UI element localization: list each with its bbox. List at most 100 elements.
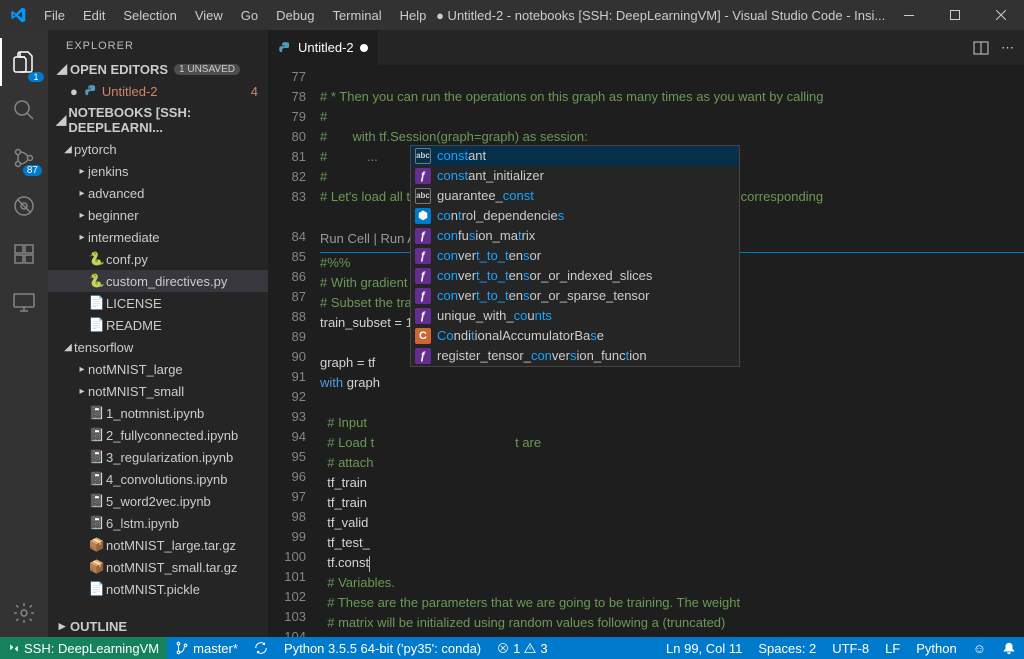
editor-area: Untitled-2 ⋯ 77787980818283 848586878889… — [268, 30, 1024, 637]
python-interpreter[interactable]: Python 3.5.5 64-bit ('py35': conda) — [276, 641, 489, 656]
outline-section[interactable]: ▸OUTLINE — [48, 615, 268, 637]
menu-go[interactable]: Go — [232, 8, 267, 23]
open-editor-label: Untitled-2 — [102, 84, 251, 99]
tree-label: notMNIST_large — [88, 362, 262, 377]
file-notebook[interactable]: 📓1_notmnist.ipynb — [48, 402, 268, 424]
folder-beginner[interactable]: ▸beginner — [48, 204, 268, 226]
sync-button[interactable] — [246, 641, 276, 655]
notebook-icon: 📓 — [88, 405, 106, 421]
file-notebook[interactable]: 📓3_regularization.ipynb — [48, 446, 268, 468]
file-notebook[interactable]: 📓5_word2vec.ipynb — [48, 490, 268, 512]
feedback-icon[interactable]: ☺ — [965, 641, 994, 656]
tree-label: beginner — [88, 208, 262, 223]
tree-label: 2_fullyconnected.ipynb — [106, 428, 262, 443]
modified-indicator — [360, 44, 368, 52]
tree-label: 4_convolutions.ipynb — [106, 472, 262, 487]
menu-help[interactable]: Help — [391, 8, 436, 23]
more-actions-icon[interactable]: ⋯ — [1001, 40, 1014, 56]
indentation[interactable]: Spaces: 2 — [750, 641, 824, 656]
file-notebook[interactable]: 📓6_lstm.ipynb — [48, 512, 268, 534]
python-file-icon: 🐍 — [88, 273, 106, 289]
file-license[interactable]: 📄LICENSE — [48, 292, 268, 314]
debug-view-icon[interactable] — [0, 182, 48, 230]
file-archive[interactable]: 📦notMNIST_large.tar.gz — [48, 534, 268, 556]
notebook-icon: 📓 — [88, 515, 106, 531]
workspace-section[interactable]: ◢NOTEBOOKS [SSH: DEEPLEARNI... — [48, 102, 268, 138]
menu-terminal[interactable]: Terminal — [323, 8, 390, 23]
tree-label: notMNIST_large.tar.gz — [106, 538, 262, 553]
vscode-icon — [0, 7, 35, 23]
autocomplete-item[interactable]: CConditionalAccumulatorBase — [411, 326, 739, 346]
autocomplete-item[interactable]: ƒconvert_to_tensor_or_indexed_slices — [411, 266, 739, 286]
autocomplete-item[interactable]: ƒregister_tensor_conversion_function — [411, 346, 739, 366]
tree-label: README — [106, 318, 262, 333]
folder-jenkins[interactable]: ▸jenkins — [48, 160, 268, 182]
tree-label: notMNIST.pickle — [106, 582, 262, 597]
autocomplete-item[interactable]: ƒconstant_initializer — [411, 166, 739, 186]
tree-label: 3_regularization.ipynb — [106, 450, 262, 465]
file-notebook[interactable]: 📓4_convolutions.ipynb — [48, 468, 268, 490]
notifications-icon[interactable] — [994, 641, 1024, 656]
minimize-button[interactable] — [886, 0, 932, 30]
autocomplete-item[interactable]: ƒconvert_to_tensor — [411, 246, 739, 266]
scm-view-icon[interactable]: 87 — [0, 134, 48, 182]
python-file-icon: 🐍 — [88, 251, 106, 267]
tree-label: conf.py — [106, 252, 262, 267]
tree-label: advanced — [88, 186, 262, 201]
code-editor[interactable]: 77787980818283 8485868788899091929394959… — [268, 65, 1024, 637]
menu-view[interactable]: View — [186, 8, 232, 23]
sidebar-title: EXPLORER — [48, 30, 268, 58]
autocomplete-item[interactable]: abcguarantee_const — [411, 186, 739, 206]
menu-debug[interactable]: Debug — [267, 8, 323, 23]
extensions-view-icon[interactable] — [0, 230, 48, 278]
cursor-position[interactable]: Ln 99, Col 11 — [658, 641, 750, 656]
language-mode[interactable]: Python — [908, 641, 964, 656]
maximize-button[interactable] — [932, 0, 978, 30]
problems-indicator[interactable]: 1 3 — [489, 641, 555, 656]
window-title: ● Untitled-2 - notebooks [SSH: DeepLearn… — [435, 8, 886, 23]
split-editor-icon[interactable] — [973, 40, 989, 56]
autocomplete-item[interactable]: abcconstant — [411, 146, 739, 166]
autocomplete-item[interactable]: ƒconfusion_matrix — [411, 226, 739, 246]
encoding[interactable]: UTF-8 — [824, 641, 877, 656]
autocomplete-item[interactable]: ƒunique_with_counts — [411, 306, 739, 326]
menu-file[interactable]: File — [35, 8, 74, 23]
folder-tensorflow[interactable]: ◢tensorflow — [48, 336, 268, 358]
tree-label: pytorch — [74, 142, 262, 157]
file-readme[interactable]: 📄README — [48, 314, 268, 336]
settings-icon[interactable] — [0, 589, 48, 637]
file-custom-directives[interactable]: 🐍custom_directives.py — [48, 270, 268, 292]
file-conf[interactable]: 🐍conf.py — [48, 248, 268, 270]
notebook-icon: 📓 — [88, 471, 106, 487]
folder-notmnist-small[interactable]: ▸notMNIST_small — [48, 380, 268, 402]
open-editors-section[interactable]: ◢OPEN EDITORS 1 UNSAVED — [48, 58, 268, 80]
remote-indicator[interactable]: SSH: DeepLearningVM — [0, 637, 167, 659]
git-branch[interactable]: master* — [167, 641, 246, 656]
close-button[interactable] — [978, 0, 1024, 30]
open-editor-item[interactable]: ● Untitled-2 4 — [48, 80, 268, 102]
editor-tab[interactable]: Untitled-2 — [268, 30, 379, 65]
menu-selection[interactable]: Selection — [114, 8, 185, 23]
remote-view-icon[interactable] — [0, 278, 48, 326]
code-content[interactable]: # * Then you can run the operations on t… — [320, 65, 1024, 637]
search-view-icon[interactable] — [0, 86, 48, 134]
outline-label: OUTLINE — [70, 619, 127, 634]
file-notebook[interactable]: 📓2_fullyconnected.ipynb — [48, 424, 268, 446]
folder-pytorch[interactable]: ◢pytorch — [48, 138, 268, 160]
title-bar: File Edit Selection View Go Debug Termin… — [0, 0, 1024, 30]
folder-notmnist-large[interactable]: ▸notMNIST_large — [48, 358, 268, 380]
tree-label: custom_directives.py — [106, 274, 262, 289]
folder-advanced[interactable]: ▸advanced — [48, 182, 268, 204]
file-pickle[interactable]: 📄notMNIST.pickle — [48, 578, 268, 600]
eol[interactable]: LF — [877, 641, 908, 656]
menu-edit[interactable]: Edit — [74, 8, 114, 23]
autocomplete-popup[interactable]: abcconstantƒconstant_initializerabcguara… — [410, 145, 740, 367]
file-archive[interactable]: 📦notMNIST_small.tar.gz — [48, 556, 268, 578]
open-editors-label: OPEN EDITORS — [70, 62, 168, 77]
sidebar: EXPLORER ◢OPEN EDITORS 1 UNSAVED ● Untit… — [48, 30, 268, 637]
folder-intermediate[interactable]: ▸intermediate — [48, 226, 268, 248]
explorer-badge: 1 — [28, 72, 44, 82]
autocomplete-item[interactable]: ⬢control_dependencies — [411, 206, 739, 226]
autocomplete-item[interactable]: ƒconvert_to_tensor_or_sparse_tensor — [411, 286, 739, 306]
explorer-view-icon[interactable]: 1 — [0, 38, 48, 86]
